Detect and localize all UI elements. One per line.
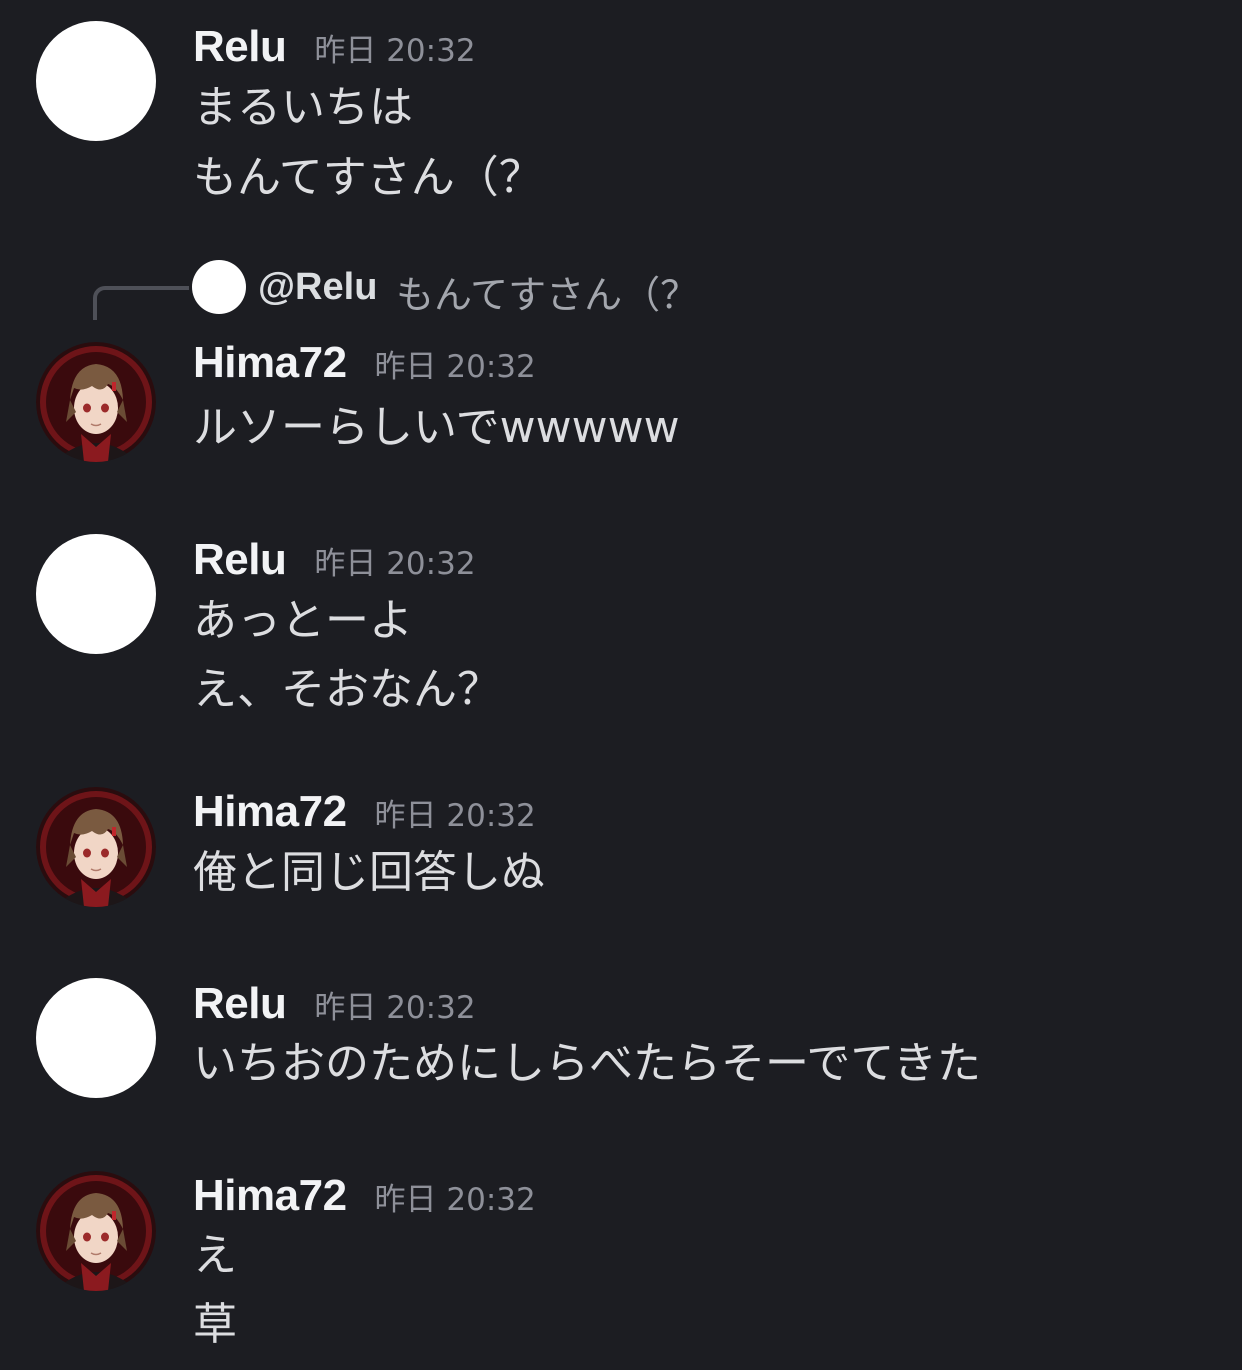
username[interactable]: Relu <box>193 979 287 1029</box>
avatar[interactable] <box>36 978 156 1098</box>
avatar[interactable] <box>36 342 156 462</box>
reply-connector <box>93 286 189 320</box>
message-text: まるいちは <box>193 82 413 133</box>
timestamp: 昨日 20:32 <box>314 33 476 69</box>
username[interactable]: Hima72 <box>193 338 347 388</box>
message-text: あっとーよ <box>193 595 413 646</box>
timestamp: 昨日 20:32 <box>374 349 536 385</box>
message-header: Hima72 昨日 20:32 <box>193 338 536 394</box>
message-text: え、そおなん？ <box>193 664 501 715</box>
timestamp: 昨日 20:32 <box>374 798 536 834</box>
message-header: Relu 昨日 20:32 <box>193 22 476 78</box>
message-header: Hima72 昨日 20:32 <box>193 1171 536 1227</box>
avatar[interactable] <box>36 1171 156 1291</box>
username[interactable]: Hima72 <box>193 787 347 837</box>
message-text: 草 <box>193 1299 237 1350</box>
timestamp: 昨日 20:32 <box>314 990 476 1026</box>
timestamp: 昨日 20:32 <box>374 1182 536 1218</box>
reply-preview[interactable]: もんてすさん（？ <box>396 264 698 319</box>
reply-mention[interactable]: @Relu <box>258 266 377 309</box>
message-text: え <box>193 1230 237 1281</box>
reply-avatar <box>192 260 246 314</box>
message-text: ルソーらしいでwwwww <box>193 402 680 453</box>
username[interactable]: Hima72 <box>193 1171 347 1221</box>
anime-avatar-icon <box>36 342 156 462</box>
username[interactable]: Relu <box>193 22 287 72</box>
avatar[interactable] <box>36 534 156 654</box>
timestamp: 昨日 20:32 <box>314 546 476 582</box>
username[interactable]: Relu <box>193 535 287 585</box>
message-text: もんてすさん（？ <box>193 152 543 203</box>
anime-avatar-icon <box>36 1171 156 1291</box>
avatar[interactable] <box>36 787 156 907</box>
avatar[interactable] <box>36 21 156 141</box>
message-header: Hima72 昨日 20:32 <box>193 787 536 843</box>
message-header: Relu 昨日 20:32 <box>193 535 476 591</box>
message-header: Relu 昨日 20:32 <box>193 979 476 1035</box>
message-text: いちおのためにしらべたらそーでてきた <box>193 1038 982 1089</box>
anime-avatar-icon <box>36 787 156 907</box>
message-text: 俺と同じ回答しぬ <box>193 847 545 898</box>
reply-reference[interactable]: @Relu もんてすさん（？ <box>0 258 1242 320</box>
